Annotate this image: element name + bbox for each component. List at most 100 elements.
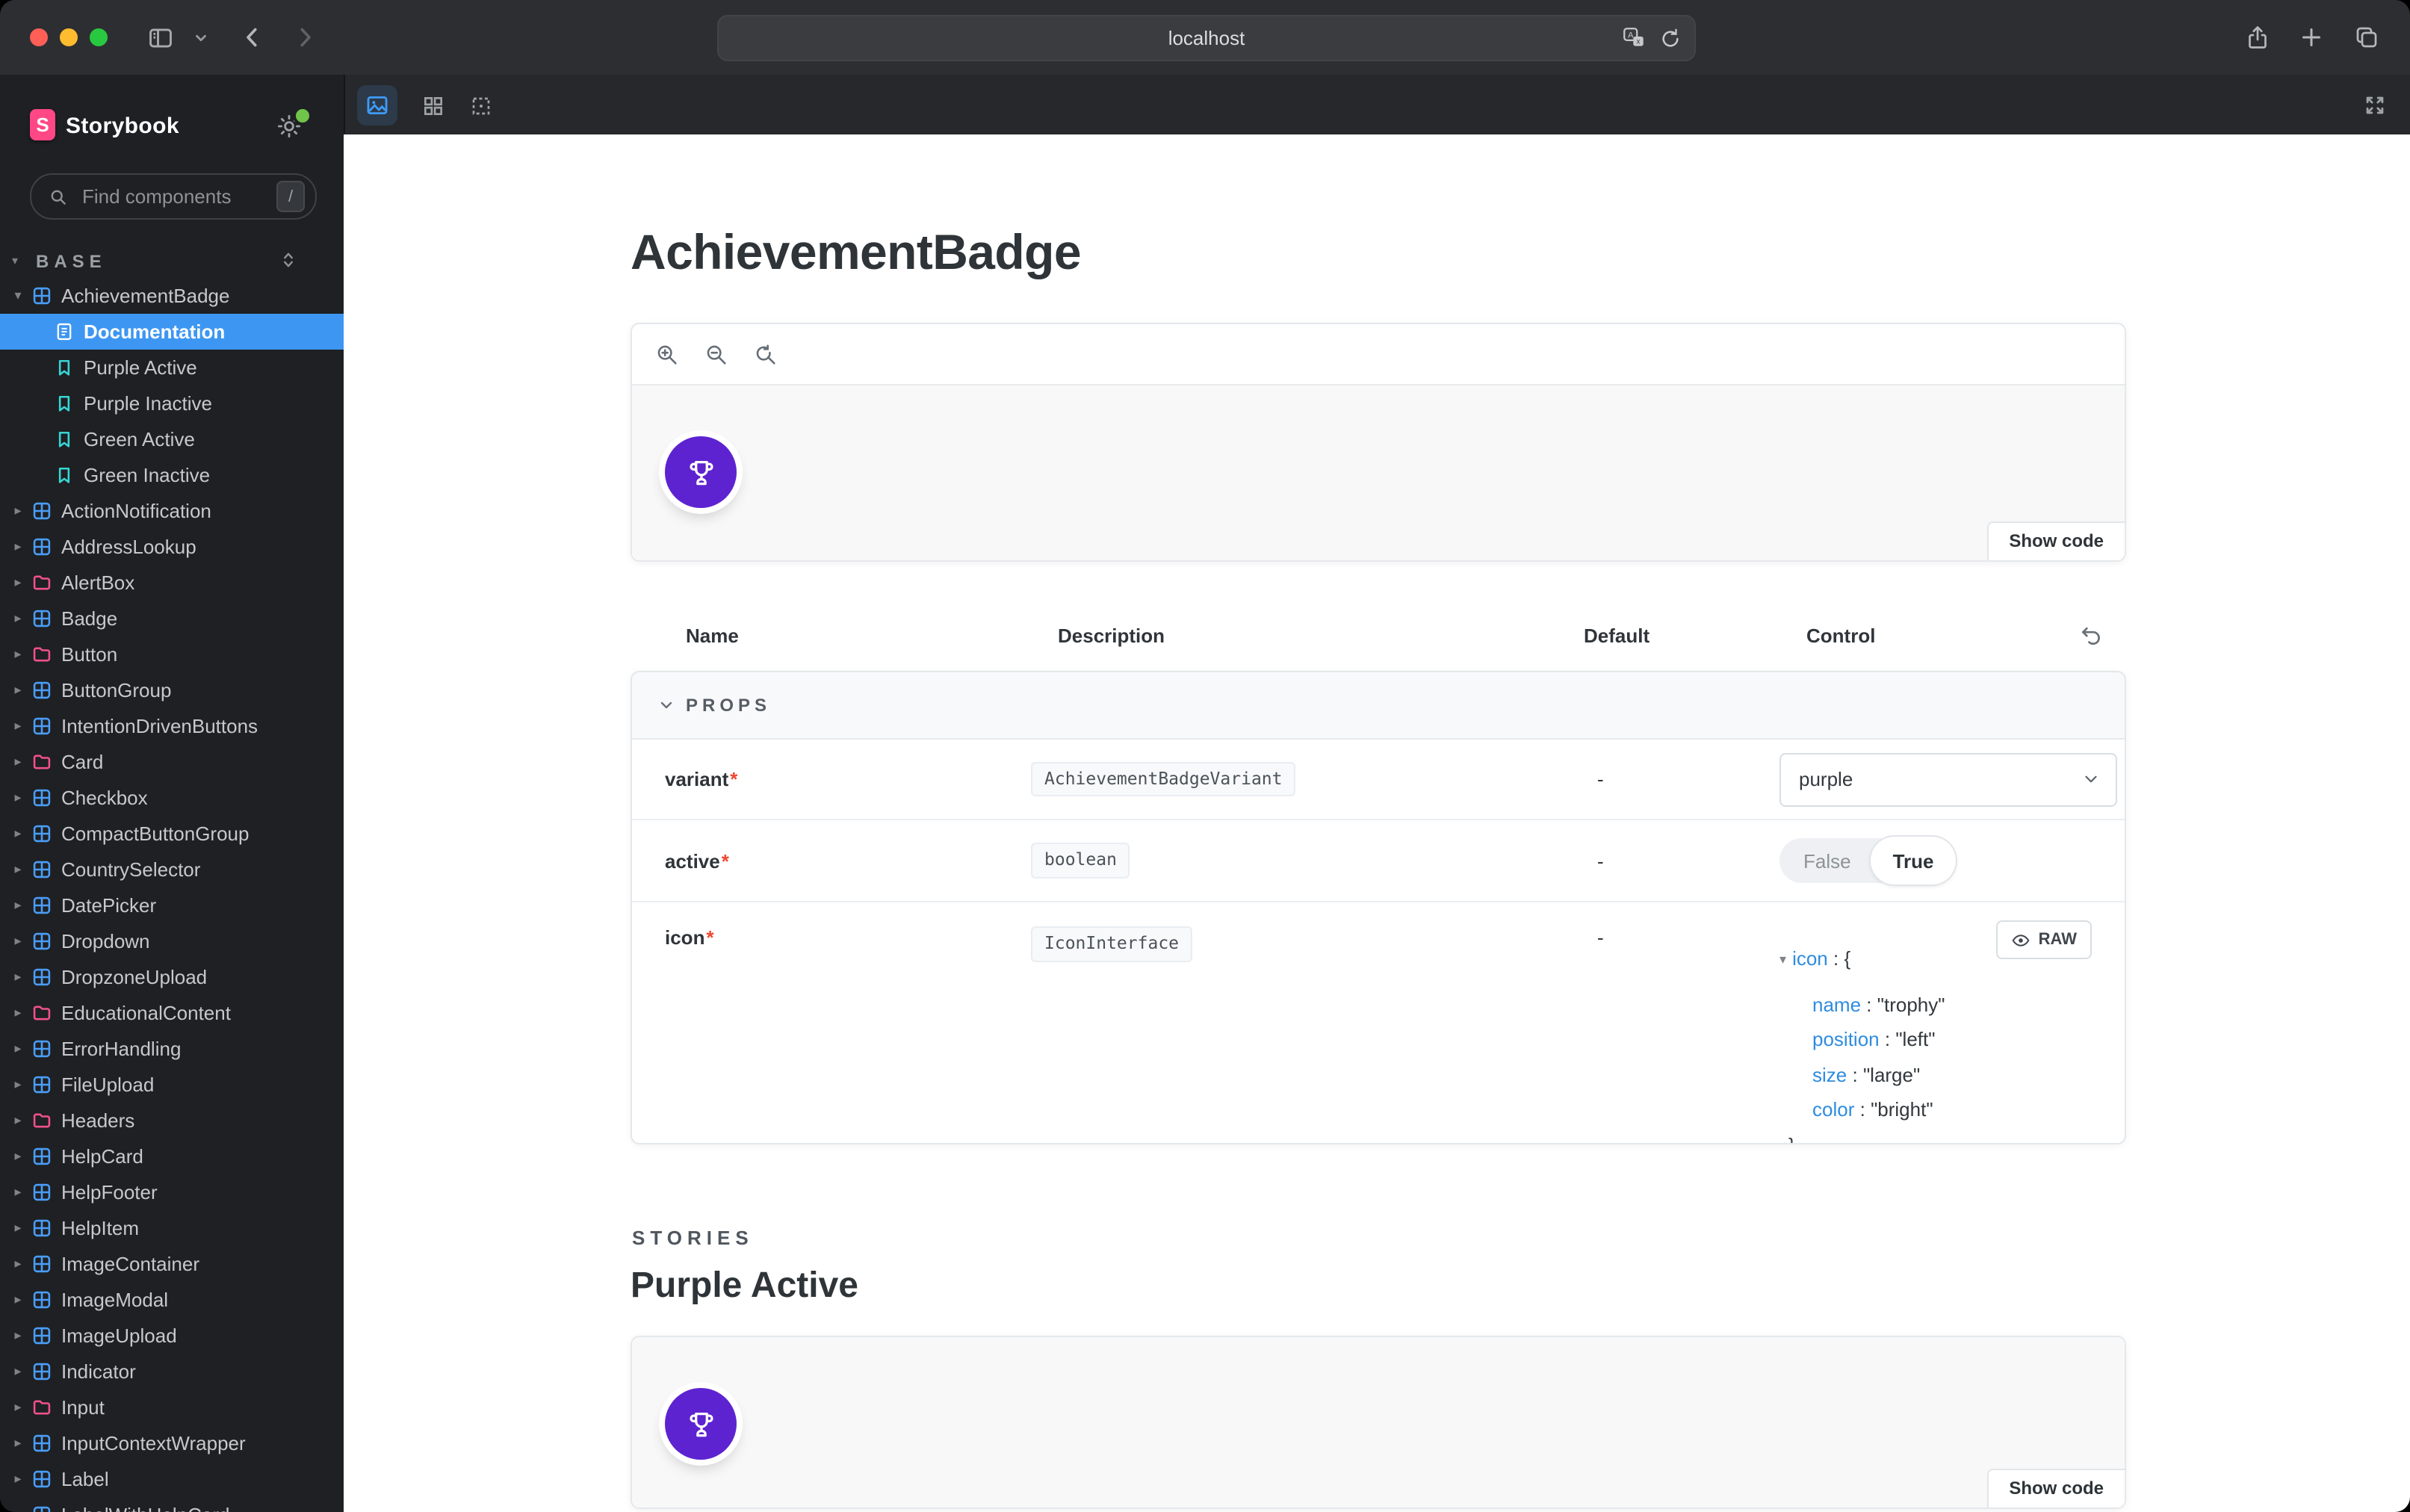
caret-right-icon[interactable]: ▸	[9, 1327, 27, 1344]
caret-right-icon[interactable]: ▸	[9, 1399, 27, 1416]
caret-right-icon[interactable]: ▸	[9, 1148, 27, 1165]
caret-right-icon[interactable]: ▸	[9, 754, 27, 770]
caret-right-icon[interactable]: ▸	[9, 1005, 27, 1021]
raw-button[interactable]: RAW	[1996, 920, 2092, 959]
sidebar-item-documentation[interactable]: Documentation	[0, 314, 344, 350]
sidebar-item-card[interactable]: ▸ Card	[0, 744, 344, 780]
sidebar-item-imagemodal[interactable]: ▸ ImageModal	[0, 1282, 344, 1318]
caret-right-icon[interactable]: ▸	[9, 1112, 27, 1129]
sidebar-item-purple-active[interactable]: Purple Active	[0, 350, 344, 385]
share-icon[interactable]	[2243, 22, 2273, 52]
minimize-button[interactable]	[60, 28, 78, 46]
reset-controls-icon[interactable]	[2078, 622, 2105, 648]
tab-overview-icon[interactable]	[2352, 22, 2382, 52]
object-root-line[interactable]: ▾ icon : {	[1779, 941, 1945, 978]
sidebar-item-dropzoneupload[interactable]: ▸ DropzoneUpload	[0, 959, 344, 995]
active-toggle[interactable]: False True	[1779, 837, 1957, 884]
reload-icon[interactable]	[1658, 26, 1682, 50]
maximize-button[interactable]	[90, 28, 108, 46]
caret-right-icon[interactable]: ▸	[9, 1184, 27, 1200]
caret-right-icon[interactable]: ▸	[9, 1076, 27, 1093]
sidebar-item-countryselector[interactable]: ▸ CountrySelector	[0, 852, 344, 887]
sidebar-item-actionnotification[interactable]: ▸ ActionNotification	[0, 493, 344, 529]
sidebar-item-inputcontextwrapper[interactable]: ▸ InputContextWrapper	[0, 1425, 344, 1461]
caret-right-icon[interactable]: ▸	[9, 1292, 27, 1308]
sidebar-item-intentiondrivenbuttons[interactable]: ▸ IntentionDrivenButtons	[0, 708, 344, 744]
sidebar-item-alertbox[interactable]: ▸ AlertBox	[0, 565, 344, 601]
caret-right-icon[interactable]: ▸	[9, 610, 27, 627]
new-tab-icon[interactable]	[2296, 22, 2326, 52]
sidebar-item-dropdown[interactable]: ▸ Dropdown	[0, 923, 344, 959]
caret-right-icon[interactable]: ▸	[9, 790, 27, 806]
caret-right-icon[interactable]: ▸	[9, 933, 27, 949]
caret-right-icon[interactable]: ▸	[9, 1220, 27, 1236]
show-code-button[interactable]: Show code	[1986, 521, 2125, 560]
sidebar-item-errorhandling[interactable]: ▸ ErrorHandling	[0, 1031, 344, 1067]
sidebar-item-indicator[interactable]: ▸ Indicator	[0, 1354, 344, 1389]
measure-tool-button[interactable]	[460, 85, 501, 126]
caret-right-icon[interactable]: ▸	[9, 682, 27, 698]
sidebar-item-labelwithhelpcard[interactable]: ▸ LabelWithHelpCard	[0, 1497, 344, 1512]
sidebar-item-buttongroup[interactable]: ▸ ButtonGroup	[0, 672, 344, 708]
sidebar-item-button[interactable]: ▸ Button	[0, 636, 344, 672]
caret-right-icon[interactable]: ▸	[9, 539, 27, 555]
caret-right-icon[interactable]: ▸	[9, 1435, 27, 1451]
close-button[interactable]	[30, 28, 48, 46]
sidebar-item-input[interactable]: ▸ Input	[0, 1389, 344, 1425]
variant-select[interactable]: purple	[1779, 752, 2117, 806]
caret-right-icon[interactable]: ▸	[9, 861, 27, 878]
chevron-down-icon[interactable]	[190, 22, 211, 52]
sidebar-item-headers[interactable]: ▸ Headers	[0, 1103, 344, 1138]
search-input[interactable]	[79, 184, 276, 209]
caret-right-icon[interactable]: ▸	[9, 1041, 27, 1057]
storybook-logo[interactable]: S	[30, 109, 55, 140]
address-bar[interactable]: localhost Ax	[717, 15, 1696, 61]
translate-icon[interactable]: Ax	[1621, 25, 1647, 51]
sidebar-item-compactbuttongroup[interactable]: ▸ CompactButtonGroup	[0, 816, 344, 852]
sidebar-item-badge[interactable]: ▸ Badge	[0, 601, 344, 636]
sidebar-toggle-icon[interactable]	[145, 22, 175, 52]
sidebar-item-checkbox[interactable]: ▸ Checkbox	[0, 780, 344, 816]
back-icon[interactable]	[238, 22, 267, 52]
sidebar-item-achievementbadge[interactable]: ▾ AchievementBadge	[0, 278, 344, 314]
show-code-button[interactable]: Show code	[1986, 1469, 2125, 1508]
caret-right-icon[interactable]: ▸	[9, 718, 27, 734]
toggle-option-true[interactable]: True	[1870, 837, 1957, 884]
caret-right-icon[interactable]: ▸	[9, 1256, 27, 1272]
sidebar-item-purple-inactive[interactable]: Purple Inactive	[0, 385, 344, 421]
sidebar-item-green-inactive[interactable]: Green Inactive	[0, 457, 344, 493]
canvas-tab[interactable]	[357, 85, 397, 126]
caret-right-icon[interactable]: ▸	[9, 574, 27, 591]
caret-right-icon[interactable]: ▸	[9, 1363, 27, 1380]
fullscreen-button[interactable]	[2355, 85, 2395, 126]
zoom-in-icon[interactable]	[653, 341, 680, 368]
sidebar-item-label[interactable]: ▸ Label	[0, 1461, 344, 1497]
caret-right-icon[interactable]: ▸	[9, 646, 27, 663]
props-section-row[interactable]: PROPS	[632, 672, 2125, 740]
sidebar-item-datepicker[interactable]: ▸ DatePicker	[0, 887, 344, 923]
sidebar-item-fileupload[interactable]: ▸ FileUpload	[0, 1067, 344, 1103]
sidebar-item-helpfooter[interactable]: ▸ HelpFooter	[0, 1174, 344, 1210]
zoom-reset-icon[interactable]	[752, 341, 778, 368]
sidebar-item-addresslookup[interactable]: ▸ AddressLookup	[0, 529, 344, 565]
sidebar-item-helpitem[interactable]: ▸ HelpItem	[0, 1210, 344, 1246]
sidebar-item-helpcard[interactable]: ▸ HelpCard	[0, 1138, 344, 1174]
caret-right-icon[interactable]: ▸	[9, 897, 27, 914]
caret-right-icon[interactable]: ▸	[9, 503, 27, 519]
sidebar-section-base[interactable]: ▾ BASE	[0, 244, 344, 279]
expand-collapse-icon[interactable]	[278, 250, 299, 278]
caret-down-icon[interactable]: ▾	[9, 288, 27, 304]
grid-tool-button[interactable]	[412, 85, 453, 126]
sidebar-item-imagecontainer[interactable]: ▸ ImageContainer	[0, 1246, 344, 1282]
forward-icon[interactable]	[290, 22, 320, 52]
caret-right-icon[interactable]: ▸	[9, 969, 27, 985]
object-control[interactable]: ▾ icon : { name : "trophy" position : "le…	[1779, 926, 1945, 1143]
toggle-option-false[interactable]: False	[1779, 849, 1871, 872]
sidebar-item-green-active[interactable]: Green Active	[0, 421, 344, 457]
caret-right-icon[interactable]: ▸	[9, 825, 27, 842]
caret-right-icon[interactable]: ▸	[9, 1507, 27, 1512]
search-box[interactable]: /	[30, 173, 317, 220]
caret-right-icon[interactable]: ▸	[9, 1471, 27, 1487]
sidebar-item-imageupload[interactable]: ▸ ImageUpload	[0, 1318, 344, 1354]
zoom-out-icon[interactable]	[702, 341, 729, 368]
